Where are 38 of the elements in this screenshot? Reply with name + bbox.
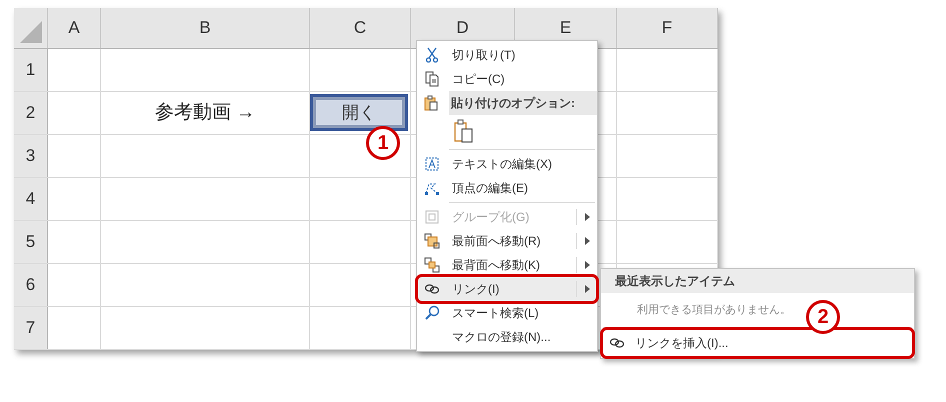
bring-to-front-icon <box>424 233 440 249</box>
group-icon <box>424 209 440 225</box>
open-shape-button[interactable]: 開く <box>310 94 408 131</box>
scissors-icon <box>424 47 440 63</box>
submenu-arrow-icon <box>585 261 590 269</box>
column-header[interactable]: A <box>48 8 101 48</box>
recent-items-header: 最近表示したアイテム <box>601 269 914 293</box>
menu-item[interactable]: 最背面へ移動(K) <box>418 253 596 277</box>
paste-option-icon[interactable] <box>453 119 473 143</box>
submenu-arrow-icon <box>585 213 590 221</box>
column-header[interactable]: B <box>101 8 310 48</box>
menu-item[interactable]: コピー(C) <box>418 67 596 91</box>
column-header[interactable]: C <box>310 8 411 48</box>
clipboard-icon <box>423 95 439 111</box>
search-icon <box>424 305 440 321</box>
copy-icon <box>424 71 440 87</box>
row-header[interactable]: 5 <box>14 221 48 263</box>
menu-item[interactable]: マクロの登録(N)... <box>418 325 596 349</box>
text-box-icon <box>424 156 440 172</box>
menu-item[interactable]: 頂点の編集(E) <box>418 176 596 200</box>
corner-triangle-icon <box>20 21 42 43</box>
menu-item[interactable]: リンク(I) <box>418 277 596 301</box>
row-header[interactable]: 4 <box>14 178 48 220</box>
menu-item[interactable]: 最前面へ移動(R) <box>418 229 596 253</box>
row-header[interactable]: 1 <box>14 49 48 91</box>
submenu-arrow-icon <box>585 237 590 245</box>
menu-item[interactable]: テキストの編集(X) <box>418 152 596 176</box>
row-header[interactable]: 3 <box>14 135 48 177</box>
submenu-arrow-icon <box>585 285 590 293</box>
column-header[interactable]: F <box>617 8 718 48</box>
empty-message: 利用できる項目がありません。 <box>637 302 791 318</box>
row-header[interactable]: 6 <box>14 264 48 306</box>
row-header[interactable]: 2 <box>14 92 48 134</box>
paste-options-header: 貼り付けのオプション: <box>449 91 597 115</box>
menu-item[interactable]: スマート検索(L) <box>418 301 596 325</box>
row-header[interactable]: 7 <box>14 307 48 349</box>
cell-text: 参考動画 → <box>154 100 256 125</box>
send-to-back-icon <box>424 257 440 273</box>
